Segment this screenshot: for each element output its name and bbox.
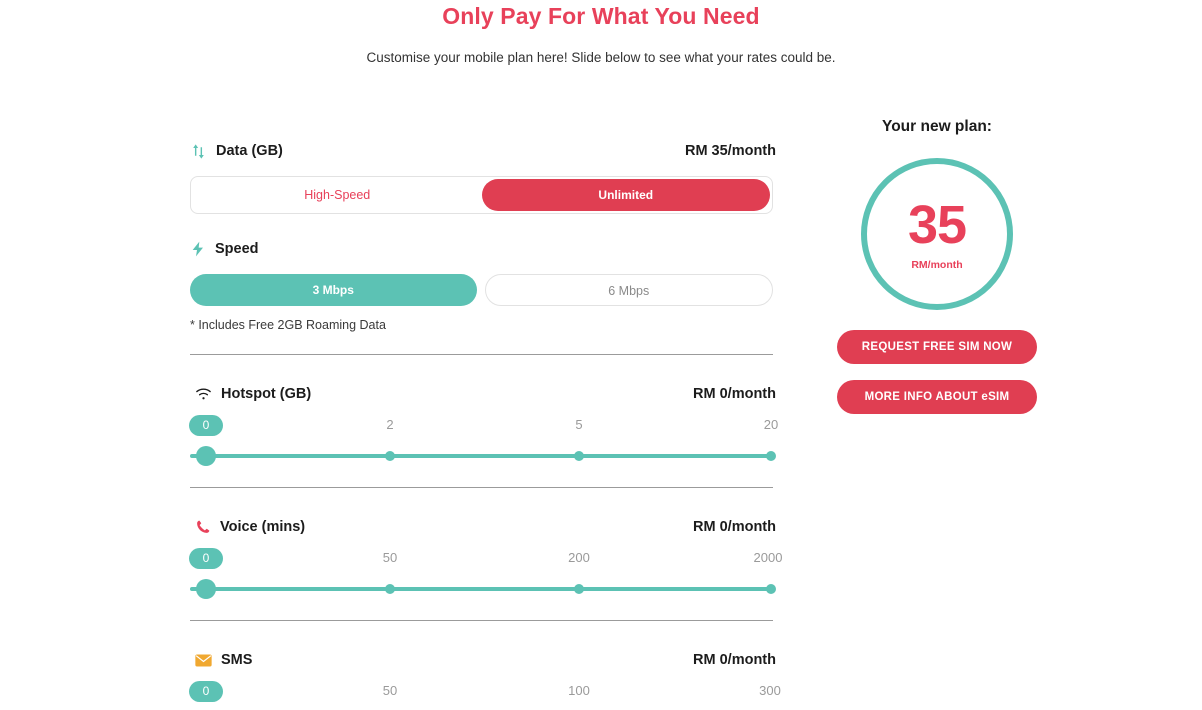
- hotspot-label: Hotspot (GB): [221, 386, 312, 402]
- data-transfer-icon: [190, 143, 207, 160]
- data-price: RM 35/month: [684, 143, 776, 159]
- speed-option-toggle[interactable]: 3 Mbps 6 Mbps: [190, 274, 773, 306]
- voice-tick-dot-3[interactable]: [766, 584, 776, 594]
- voice-track-area[interactable]: [190, 579, 776, 599]
- hotspot-tick-dot-2[interactable]: [574, 451, 584, 461]
- lightning-bolt-icon: [190, 240, 206, 258]
- voice-tick-1: 50: [382, 550, 398, 565]
- data-header-row: Data (GB) RM 35/month: [190, 140, 790, 162]
- voice-value-bubble: 0: [189, 548, 223, 569]
- section-voice: Voice (mins) RM 0/month 0 50 200 2000: [189, 516, 790, 608]
- sms-label: SMS: [221, 652, 253, 668]
- hotspot-tick-2: 5: [575, 417, 583, 432]
- hotspot-tick-labels: 0 2 5 20: [189, 415, 778, 437]
- sms-slider[interactable]: 0 50 100 300: [189, 681, 781, 710]
- data-label-group: Data (GB): [190, 143, 283, 160]
- sms-value-bubble: 0: [189, 681, 223, 702]
- voice-slider[interactable]: 0 50 200 2000: [189, 548, 782, 608]
- sms-tick-1: 50: [382, 683, 398, 698]
- voice-track[interactable]: [190, 587, 773, 591]
- voice-tick-dot-2[interactable]: [574, 584, 584, 594]
- sms-label-group: SMS: [195, 652, 252, 668]
- plan-amount: 35: [907, 194, 967, 255]
- voice-slider-handle[interactable]: [196, 579, 216, 599]
- phone-icon: [195, 519, 211, 535]
- page-content: Data (GB) RM 35/month High-Speed Unlimit…: [0, 118, 1202, 710]
- page-header: Only Pay For What You Need Customise you…: [0, 0, 1202, 65]
- speed-label-group: Speed: [190, 240, 259, 258]
- data-label: Data (GB): [216, 143, 283, 159]
- hotspot-tick-dot-3[interactable]: [766, 451, 776, 461]
- section-speed: Speed 3 Mbps 6 Mbps * Includes Free 2GB …: [190, 238, 790, 332]
- hotspot-price: RM 0/month: [693, 386, 776, 402]
- sms-header-row: SMS RM 0/month: [190, 649, 790, 671]
- sms-tick-3: 300: [759, 683, 781, 698]
- hotspot-tick-1: 2: [386, 417, 394, 432]
- more-info-esim-button[interactable]: MORE INFO ABOUT eSIM: [837, 380, 1037, 414]
- hotspot-track[interactable]: [190, 454, 773, 458]
- divider-after-hotspot: [190, 487, 773, 488]
- data-option-toggle[interactable]: High-Speed Unlimited: [190, 176, 773, 214]
- hotspot-tick-dot-1[interactable]: [385, 451, 395, 461]
- hotspot-label-group: Hotspot (GB): [195, 386, 311, 402]
- voice-header-row: Voice (mins) RM 0/month: [190, 516, 790, 538]
- plan-unit: RM/month: [911, 258, 963, 271]
- plan-configurator: Data (GB) RM 35/month High-Speed Unlimit…: [189, 118, 790, 710]
- speed-header-row: Speed: [190, 238, 790, 260]
- section-sms: SMS RM 0/month 0 50 100 300: [189, 649, 790, 710]
- voice-tick-2: 200: [568, 550, 590, 565]
- data-option-high-speed[interactable]: High-Speed: [193, 179, 482, 211]
- voice-tick-labels: 0 50 200 2000: [189, 548, 782, 570]
- wifi-icon: [195, 387, 212, 401]
- divider-after-speed: [190, 354, 773, 355]
- page-title: Only Pay For What You Need: [442, 3, 760, 29]
- voice-label: Voice (mins): [220, 519, 306, 535]
- voice-price: RM 0/month: [693, 519, 776, 535]
- hotspot-track-area[interactable]: [190, 446, 776, 466]
- envelope-icon: [195, 653, 212, 667]
- divider-after-voice: [190, 620, 773, 621]
- plan-price-circle: 35 RM/month: [861, 158, 1013, 310]
- voice-label-group: Voice (mins): [195, 519, 305, 535]
- voice-tick-3: 2000: [753, 550, 783, 565]
- hotspot-tick-3: 20: [763, 417, 779, 432]
- section-data: Data (GB) RM 35/month High-Speed Unlimit…: [190, 140, 790, 214]
- data-option-unlimited[interactable]: Unlimited: [481, 179, 770, 211]
- sms-tick-2: 100: [568, 683, 590, 698]
- sms-price: RM 0/month: [693, 652, 776, 668]
- summary-title: Your new plan:: [882, 118, 992, 135]
- hotspot-header-row: Hotspot (GB) RM 0/month: [190, 383, 790, 405]
- page-subtitle: Customise your mobile plan here! Slide b…: [366, 50, 836, 65]
- plan-summary-panel: Your new plan: 35 RM/month REQUEST FREE …: [832, 118, 1042, 414]
- speed-label: Speed: [215, 241, 259, 257]
- hotspot-slider-handle[interactable]: [196, 446, 216, 466]
- pricing-configurator-page: Only Pay For What You Need Customise you…: [0, 0, 1202, 710]
- section-hotspot: Hotspot (GB) RM 0/month 0 2 5 20: [189, 383, 790, 475]
- hotspot-slider[interactable]: 0 2 5 20: [189, 415, 778, 475]
- speed-option-3mbps[interactable]: 3 Mbps: [190, 274, 477, 306]
- speed-footnote: * Includes Free 2GB Roaming Data: [190, 318, 386, 332]
- request-free-sim-button[interactable]: REQUEST FREE SIM NOW: [837, 330, 1037, 364]
- sms-tick-labels: 0 50 100 300: [189, 681, 781, 703]
- voice-tick-dot-1[interactable]: [385, 584, 395, 594]
- speed-option-6mbps[interactable]: 6 Mbps: [484, 274, 773, 306]
- hotspot-value-bubble: 0: [189, 415, 223, 436]
